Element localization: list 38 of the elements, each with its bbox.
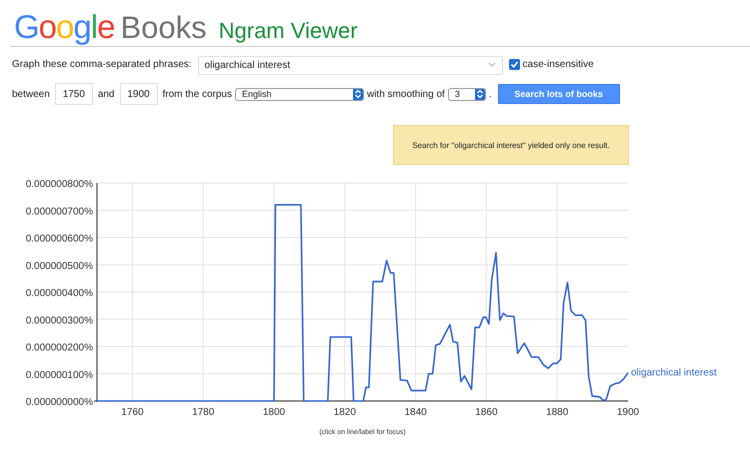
series-line[interactable] [97, 204, 628, 402]
period-text: . [488, 88, 492, 100]
y-axis-label: 0.000000000% [26, 397, 93, 408]
x-axis-label: 1820 [334, 407, 356, 418]
y-axis-label: 0.000000800% [26, 179, 93, 190]
stepper-icon [476, 89, 484, 99]
phrases-field[interactable]: oligarchical interest [198, 56, 503, 74]
x-axis-label: 1900 [616, 407, 640, 418]
y-axis-label: 0.000000100% [26, 370, 93, 381]
y-axis-label: 0.000000400% [26, 288, 93, 299]
google-logo[interactable]: Google [14, 8, 114, 46]
series-label[interactable]: oligarchical interest [631, 368, 717, 379]
case-insensitive-label: case-insensitive [522, 58, 594, 70]
between-label: between [12, 88, 50, 100]
y-axis-label: 0.000000200% [26, 342, 93, 354]
end-year-field[interactable]: 1900 [120, 83, 158, 105]
x-axis-label: 1880 [546, 407, 568, 418]
y-axis-label: 0.000000500% [26, 260, 93, 272]
x-axis-label: 1840 [404, 407, 427, 418]
x-axis-label: 1860 [475, 407, 498, 418]
smoothing-label: with smoothing of [366, 88, 445, 100]
stepper-icon [354, 89, 362, 99]
phrases-label: Graph these comma-separated phrases: [12, 58, 192, 70]
y-axis-label: 0.000000300% [26, 315, 93, 326]
and-label: and [98, 88, 114, 100]
corpus-select[interactable]: English [234, 88, 364, 100]
notice-message: Search for "oligarchical interest" yielded only one result. [393, 125, 629, 165]
y-axis-label: 0.000000700% [26, 206, 93, 218]
y-axis-label: 0.000000600% [26, 234, 93, 244]
page-title: Ngram Viewer [218, 18, 358, 44]
books-logo-text: Books [120, 10, 207, 46]
smoothing-select[interactable]: 3 [448, 88, 486, 100]
x-axis-label: 1760 [121, 407, 144, 418]
case-insensitive-checkbox[interactable] [508, 58, 520, 70]
corpus-label: from the corpus [162, 88, 232, 100]
start-year-field[interactable]: 1750 [54, 83, 93, 105]
x-axis-label: 1780 [192, 407, 214, 418]
x-axis-label: 1800 [262, 407, 286, 418]
